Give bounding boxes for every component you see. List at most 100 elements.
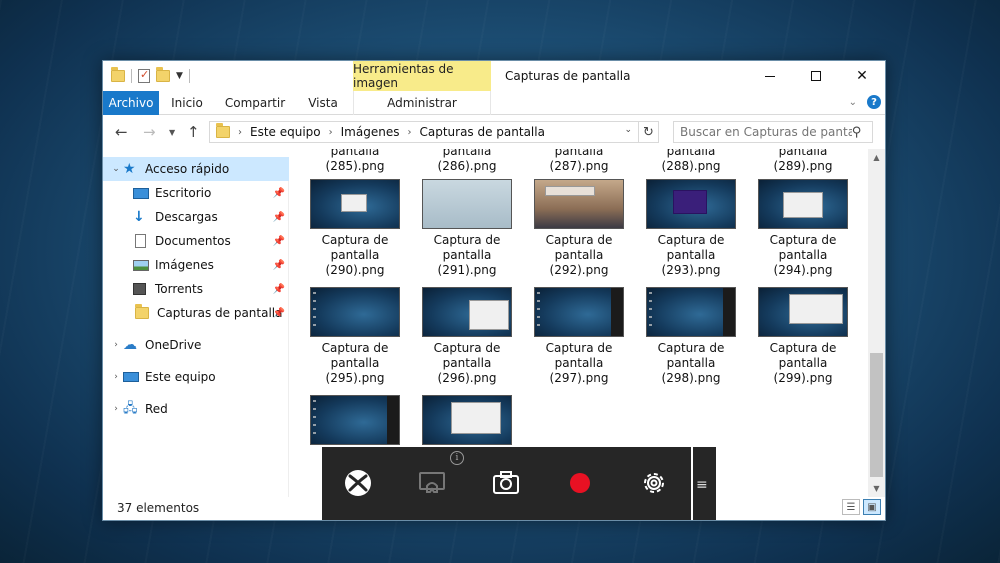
sidebar-item-documentos[interactable]: Documentos 📌 <box>103 229 289 253</box>
breadcrumb-separator-icon[interactable]: › <box>407 127 411 138</box>
scroll-down-icon[interactable]: ▼ <box>868 480 885 497</box>
file-item[interactable]: pantalla (285).png <box>299 149 411 174</box>
settings-button[interactable] <box>634 463 674 503</box>
sidebar-item-imagenes[interactable]: Imágenes 📌 <box>103 253 289 277</box>
file-item[interactable] <box>299 395 411 449</box>
file-item[interactable]: Captura de pantalla (298).png <box>635 287 747 386</box>
details-view-button[interactable]: ☰ <box>842 499 860 515</box>
expand-chevron-icon[interactable]: › <box>109 372 123 382</box>
search-input[interactable] <box>680 125 852 139</box>
sidebar-item-label: OneDrive <box>145 338 202 352</box>
sidebar-item-este-equipo[interactable]: › Este equipo <box>103 365 289 389</box>
file-item[interactable]: Captura de pantalla (296).png <box>411 287 523 386</box>
file-name-line: pantalla <box>666 356 716 370</box>
file-item[interactable] <box>411 395 523 449</box>
view-toggle: ☰ ▣ <box>842 499 881 515</box>
file-item[interactable]: pantalla (289).png <box>747 149 859 174</box>
minimize-icon <box>765 75 775 77</box>
new-folder-icon[interactable] <box>156 67 170 82</box>
scroll-up-icon[interactable]: ▲ <box>868 149 885 166</box>
screenshot-button[interactable] <box>486 463 526 503</box>
sidebar-item-onedrive[interactable]: › ☁ OneDrive <box>103 333 289 357</box>
file-item[interactable]: Captura de pantalla (295).png <box>299 287 411 386</box>
forward-arrow-icon[interactable]: → <box>143 123 156 141</box>
navigation-bar: ← → ▼ ↑ › Este equipo › Imágenes › Captu… <box>103 116 885 148</box>
expand-chevron-icon[interactable]: › <box>109 404 123 414</box>
tab-inicio[interactable]: Inicio <box>161 91 213 115</box>
file-name-line: pantalla <box>330 149 380 158</box>
breadcrumb-capturas[interactable]: Capturas de pantalla <box>419 125 544 139</box>
sidebar-item-escritorio[interactable]: Escritorio 📌 <box>103 181 289 205</box>
file-name-line: (299).png <box>773 371 833 385</box>
file-name-line: (288).png <box>661 159 721 173</box>
file-item[interactable]: pantalla (287).png <box>523 149 635 174</box>
file-item[interactable]: Captura de pantalla (290).png <box>299 179 411 278</box>
file-item[interactable]: Captura de pantalla (294).png <box>747 179 859 278</box>
file-name-line: (286).png <box>437 159 497 173</box>
sidebar-item-capturas[interactable]: Capturas de pantalla 📌 <box>103 301 289 325</box>
file-name-line: pantalla <box>330 248 380 262</box>
broadcast-button[interactable] <box>412 463 452 503</box>
large-icons-view-button[interactable]: ▣ <box>863 499 881 515</box>
file-name-line: (291).png <box>437 263 497 277</box>
expand-ribbon-chevron-icon[interactable]: ⌄ <box>849 97 857 108</box>
sidebar-item-quick-access[interactable]: ⌄ ★ Acceso rápido <box>103 157 289 181</box>
maximize-button[interactable] <box>793 61 839 91</box>
file-item[interactable]: Captura de pantalla (297).png <box>523 287 635 386</box>
search-icon[interactable]: ⚲ <box>852 125 862 140</box>
tab-vista[interactable]: Vista <box>299 91 347 115</box>
thumbnail-image <box>310 179 400 229</box>
file-name-line: Captura de <box>545 341 613 355</box>
minimize-button[interactable] <box>747 61 793 91</box>
close-button[interactable]: ✕ <box>839 61 885 91</box>
vertical-scrollbar[interactable]: ▲ ▼ <box>868 149 885 497</box>
expand-chevron-icon[interactable]: › <box>109 340 123 350</box>
file-name-line: (294).png <box>773 263 833 277</box>
breadcrumb-separator-icon[interactable]: › <box>329 127 333 138</box>
sidebar-item-label: Imágenes <box>155 258 214 272</box>
file-item[interactable]: Captura de pantalla (293).png <box>635 179 747 278</box>
scrollbar-thumb[interactable] <box>870 353 883 477</box>
record-icon <box>570 473 590 493</box>
collapse-chevron-icon[interactable]: ⌄ <box>109 164 123 174</box>
breadcrumb-este-equipo[interactable]: Este equipo <box>250 125 321 139</box>
xbox-button[interactable] <box>338 463 378 503</box>
refresh-button[interactable]: ↻ <box>639 121 659 143</box>
search-box[interactable]: ⚲ <box>673 121 873 143</box>
game-bar-grip-icon[interactable]: ≡ <box>696 477 708 493</box>
info-icon[interactable]: i <box>450 451 464 465</box>
back-arrow-icon[interactable]: ← <box>115 123 128 141</box>
sidebar-item-label: Capturas de pantalla <box>157 306 283 320</box>
properties-icon[interactable] <box>138 68 150 83</box>
file-item[interactable]: Captura de pantalla (299).png <box>747 287 859 386</box>
address-bar[interactable]: › Este equipo › Imágenes › Capturas de p… <box>209 121 639 143</box>
file-name-line: pantalla <box>778 149 828 158</box>
customize-toolbar-dropdown-icon[interactable]: ▼ <box>176 71 183 81</box>
help-icon[interactable]: ? <box>867 95 881 109</box>
file-item[interactable]: Captura de pantalla (291).png <box>411 179 523 278</box>
thumbnail-image <box>422 179 512 229</box>
file-item[interactable]: Captura de pantalla (292).png <box>523 179 635 278</box>
pin-icon: 📌 <box>272 187 285 199</box>
file-item[interactable]: pantalla (286).png <box>411 149 523 174</box>
breadcrumb-imagenes[interactable]: Imágenes <box>341 125 400 139</box>
up-arrow-icon[interactable]: ↑ <box>187 123 200 141</box>
sidebar-item-descargas[interactable]: ↓ Descargas 📌 <box>103 205 289 229</box>
file-name-line: pantalla <box>442 356 492 370</box>
recent-locations-chevron-icon[interactable]: ▼ <box>169 128 175 137</box>
qat-separator <box>131 69 132 83</box>
address-dropdown-icon[interactable]: ⌄ <box>624 125 632 135</box>
record-button[interactable] <box>560 463 600 503</box>
sidebar-item-torrents[interactable]: Torrents 📌 <box>103 277 289 301</box>
tab-archivo[interactable]: Archivo <box>103 91 159 115</box>
thumbnail-image <box>758 287 848 337</box>
sidebar-item-red[interactable]: › 🖧 Red <box>103 397 289 421</box>
file-list: pantalla (285).png pantalla (286).png pa… <box>293 149 869 497</box>
breadcrumb-separator-icon[interactable]: › <box>238 127 242 138</box>
tab-compartir[interactable]: Compartir <box>217 91 293 115</box>
xbox-icon <box>345 470 371 496</box>
file-item[interactable]: pantalla (288).png <box>635 149 747 174</box>
file-name-line: (290).png <box>325 263 385 277</box>
folder-icon[interactable] <box>111 67 125 82</box>
tab-administrar[interactable]: Administrar <box>353 91 491 115</box>
